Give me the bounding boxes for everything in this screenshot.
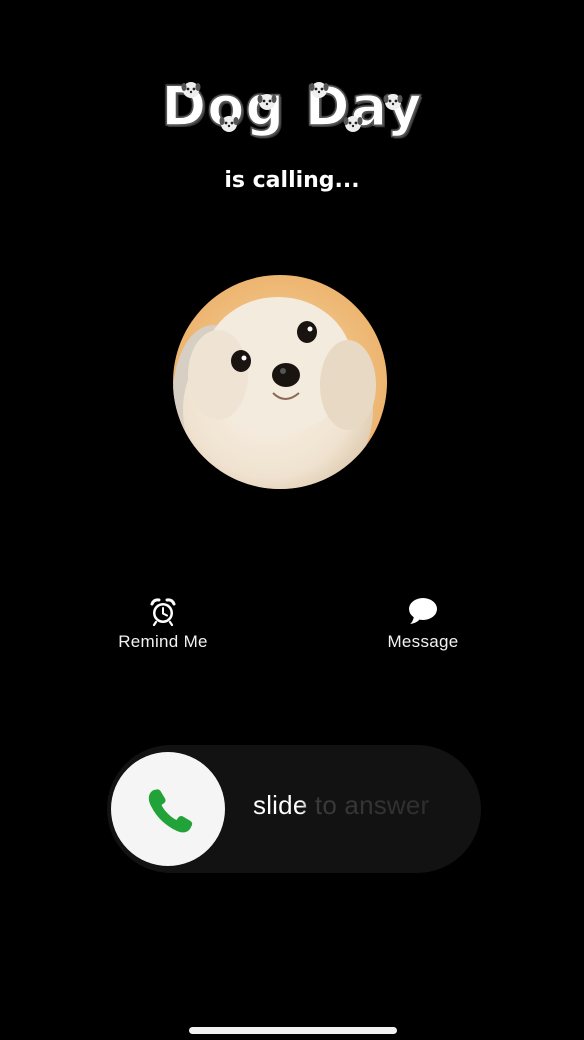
puppy-sticker-icon xyxy=(219,116,239,132)
answer-slider-knob[interactable] xyxy=(111,752,225,866)
remind-me-label: Remind Me xyxy=(118,632,208,651)
home-indicator[interactable] xyxy=(189,1027,397,1034)
message-button[interactable]: Message xyxy=(343,596,503,652)
phone-icon xyxy=(148,789,193,833)
puppy-sticker-icon xyxy=(343,116,363,132)
alarm-clock-icon xyxy=(150,598,176,626)
slide-to-answer-text: slide to answer xyxy=(253,790,430,820)
puppy-avatar-image xyxy=(173,275,387,489)
remind-me-button[interactable]: Remind Me xyxy=(83,596,243,652)
call-status: is calling... xyxy=(224,168,360,193)
message-bubble-icon xyxy=(409,598,437,624)
puppy-sticker-icon xyxy=(309,82,329,98)
incoming-call-screen: Dog Day is calling... Remind Me Message … xyxy=(0,0,584,1040)
puppy-sticker-icon xyxy=(257,94,277,110)
message-label: Message xyxy=(387,632,459,651)
caller-avatar xyxy=(173,275,387,489)
puppy-sticker-icon xyxy=(181,82,201,98)
caller-name: Dog Day xyxy=(0,72,584,142)
puppy-sticker-icon xyxy=(383,94,403,110)
